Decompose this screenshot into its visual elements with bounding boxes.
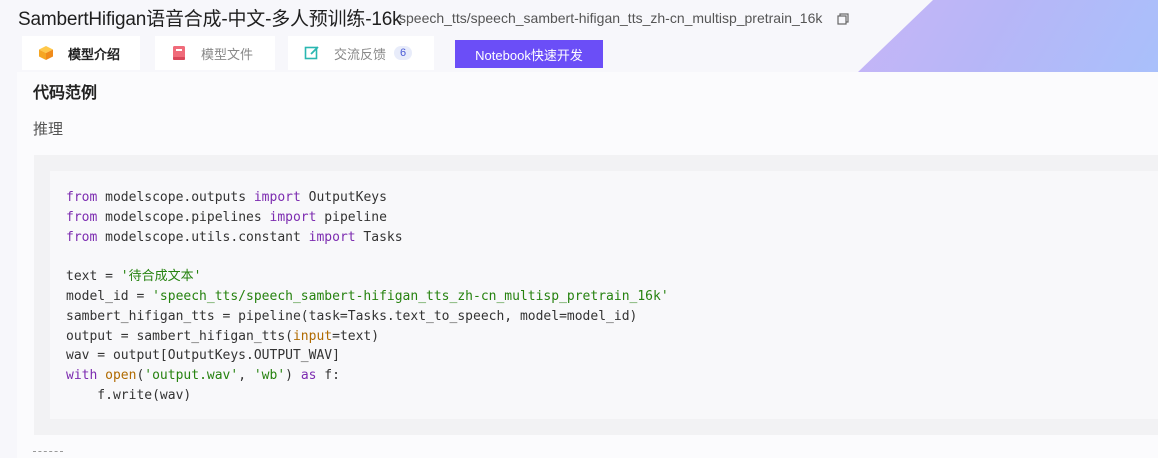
code-token: from — [66, 229, 98, 245]
code-token: import — [269, 209, 317, 225]
code-token: modelscope.outputs — [97, 190, 254, 205]
code-token: modelscope.utils.constant — [97, 229, 309, 245]
code-line: from modelscope.utils.constant import Ta… — [66, 230, 403, 245]
code-token: text = — [66, 269, 121, 285]
model-id-text: speech_tts/speech_sambert-hifigan_tts_zh… — [399, 10, 823, 26]
subsection-heading: 推理 — [33, 121, 64, 138]
code-line: with open('output.wav', 'wb') as f: — [66, 368, 340, 383]
code-token: output = sambert_hifigan_tts( — [66, 328, 293, 344]
code-token: open — [105, 368, 137, 384]
code-listing: from modelscope.outputs import OutputKey… — [66, 188, 669, 406]
copy-icon[interactable] — [837, 13, 849, 25]
code-line: sambert_hifigan_tts = pipeline(task=Task… — [66, 309, 637, 324]
code-token: with — [66, 368, 98, 384]
code-token: from — [66, 209, 98, 225]
code-token: f: — [316, 368, 340, 384]
left-rail — [0, 72, 17, 458]
header-decoration — [858, 0, 1158, 72]
code-token: =text) — [332, 328, 380, 344]
code-token: modelscope.pipelines — [97, 209, 270, 225]
code-token: from — [66, 190, 98, 205]
section-heading: 代码范例 — [33, 85, 98, 102]
code-line: model_id = 'speech_tts/speech_sambert-hi… — [66, 289, 669, 304]
code-token: OutputKeys — [300, 190, 387, 205]
code-token: pipeline — [316, 209, 387, 225]
tab-label: 模型介绍 — [68, 46, 121, 62]
next-heading-fragment — [33, 451, 63, 456]
code-token: input — [292, 328, 333, 344]
tab-model-files[interactable]: 模型文件 — [155, 36, 275, 70]
code-token: 'wb' — [253, 368, 286, 384]
page-title: SambertHifigan语音合成-中文-多人预训练-16k — [18, 9, 402, 30]
code-token: Tasks — [355, 229, 403, 245]
code-token: ) — [285, 368, 301, 384]
code-line: f.write(wav) — [66, 388, 191, 403]
code-token: sambert_hifigan_tts = pipeline(task=Task… — [66, 308, 638, 324]
tab-label: 交流反馈 — [334, 46, 387, 62]
edit-icon — [304, 46, 319, 60]
code-token: 'speech_tts/speech_sambert-hifigan_tts_z… — [152, 288, 669, 304]
code-token: 'output.wav' — [144, 368, 239, 384]
code-token: import — [253, 190, 301, 205]
code-line: wav = output[OutputKeys.OUTPUT_WAV] — [66, 348, 340, 363]
code-token: import — [308, 229, 356, 245]
code-line: text = '待合成文本' — [66, 269, 201, 284]
code-token: wav = output[OutputKeys.OUTPUT_WAV] — [66, 348, 340, 364]
notebook-button[interactable]: Notebook快速开发 — [455, 40, 603, 68]
model-header: SambertHifigan语音合成-中文-多人预训练-16k speech_t… — [0, 0, 1158, 72]
code-token: '待合成文本' — [120, 269, 202, 285]
tab-feedback[interactable]: 交流反馈 6 — [288, 36, 434, 70]
code-token: model_id = — [66, 288, 153, 304]
code-line: from modelscope.outputs import OutputKey… — [66, 190, 387, 205]
code-line: from modelscope.pipelines import pipelin… — [66, 210, 387, 225]
code-token: as — [300, 368, 317, 384]
code-line: output = sambert_hifigan_tts(input=text) — [66, 329, 379, 344]
tab-label: 模型文件 — [201, 46, 254, 62]
code-token: f.write(wav) — [66, 387, 192, 403]
cube-icon — [39, 46, 53, 60]
book-icon — [173, 46, 185, 60]
feedback-count-badge: 6 — [394, 46, 413, 60]
code-token: , — [238, 368, 254, 384]
tab-model-intro[interactable]: 模型介绍 — [22, 36, 140, 70]
